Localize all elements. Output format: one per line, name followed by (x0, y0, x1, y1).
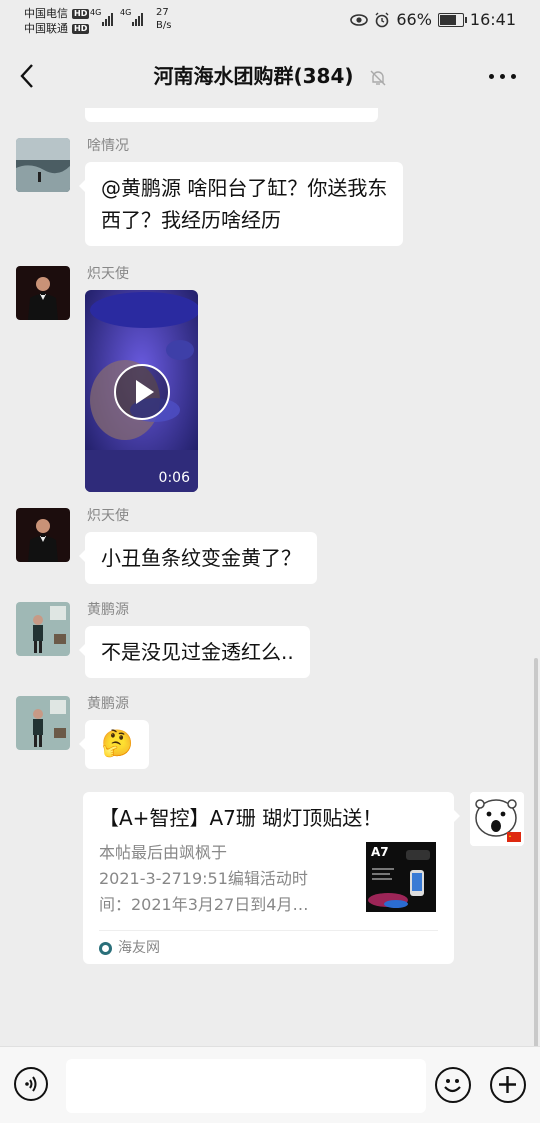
network-type: 4G (120, 8, 132, 17)
scrollbar[interactable] (534, 658, 538, 1046)
clock: 16:41 (469, 10, 516, 29)
card-thumbnail: A7 (366, 842, 436, 912)
message-text: 不是没见过金透红么.. (101, 640, 294, 664)
sender-name: 黄鹏源 (87, 696, 129, 712)
card-desc-line: 2021-3-2719:51编辑活动时 (99, 869, 308, 888)
carrier-1: 中国电信 (24, 7, 68, 20)
source-name: 海友网 (118, 940, 160, 956)
eye-icon (350, 13, 369, 26)
message-bubble[interactable]: @黄鹏源 啥阳台了缸？你送我东 西了？我经历啥经历 (78, 162, 404, 246)
carrier-info: 中国电信 HD 中国联通 HD (24, 6, 90, 36)
plus-icon[interactable] (490, 1067, 526, 1103)
thinking-emoji: 🤔 (101, 729, 134, 759)
speed-value: 27 (156, 7, 169, 18)
title-bar: 河南海水团购群(384) (0, 44, 540, 108)
input-bar (0, 1046, 540, 1123)
group-name: 河南海水团购群(384) (153, 64, 354, 88)
link-card[interactable]: 【A+智控】A7珊 瑚灯顶贴送！ 本帖最后由飒枫于 2021-3-2719:51… (83, 792, 460, 964)
sender-name: 黄鹏源 (87, 602, 129, 618)
thumb-label: A7 (371, 845, 389, 859)
emoji-icon[interactable] (435, 1067, 471, 1103)
card-desc-line: 本帖最后由飒枫于 (99, 843, 228, 862)
more-icon[interactable] (489, 74, 516, 79)
message-bubble[interactable]: 不是没见过金透红么.. (79, 626, 310, 678)
play-icon[interactable] (114, 364, 170, 420)
previous-message-bubble (85, 108, 378, 122)
avatar[interactable] (16, 696, 70, 750)
mute-bell-icon (370, 70, 385, 85)
message-text: 小丑鱼条纹变金黄了？ (101, 546, 301, 570)
card-description: 本帖最后由飒枫于 2021-3-2719:51编辑活动时 间：2021年3月27… (99, 840, 339, 918)
network-type: 4G (90, 8, 102, 17)
source-logo-icon (99, 941, 112, 955)
battery-icon (437, 12, 467, 27)
message-bubble[interactable]: 小丑鱼条纹变金黄了？ (79, 532, 317, 584)
signal-icon: 4G (90, 8, 113, 26)
self-avatar[interactable] (470, 792, 524, 846)
status-bar: 中国电信 HD 中国联通 HD 4G 4G 27 B/s 66% 16:41 (0, 0, 540, 44)
card-title: 【A+智控】A7珊 瑚灯顶贴送！ (99, 806, 383, 830)
message-line: @黄鹏源 啥阳台了缸？你送我东 (101, 176, 388, 200)
avatar[interactable] (16, 266, 70, 320)
battery-percent: 66% (396, 10, 432, 29)
sender-name: 炽天使 (87, 508, 129, 524)
message-bubble[interactable]: 🤔 (78, 720, 150, 769)
alarm-icon (375, 12, 389, 27)
divider (99, 930, 438, 931)
sender-name: 炽天使 (87, 266, 129, 282)
voice-icon[interactable] (14, 1067, 48, 1101)
hd-badge: HD (72, 8, 90, 19)
hd-badge: HD (72, 23, 90, 34)
network-speed: 27 B/s (156, 6, 171, 32)
carrier-2: 中国联通 (24, 22, 68, 35)
chat-area[interactable]: 啥情况 @黄鹏源 啥阳台了缸？你送我东 西了？我经历啥经历 炽天使 0:06 炽… (0, 108, 540, 1046)
avatar[interactable] (16, 602, 70, 656)
signal-icon: 4G (120, 8, 143, 26)
avatar[interactable] (16, 508, 70, 562)
message-input[interactable] (66, 1059, 426, 1113)
card-desc-line: 间：2021年3月27日到4月… (99, 895, 309, 914)
message-line: 西了？我经历啥经历 (101, 208, 281, 232)
sender-name: 啥情况 (87, 138, 129, 154)
avatar[interactable] (16, 138, 70, 192)
speed-unit: B/s (156, 20, 172, 31)
video-message[interactable]: 0:06 (85, 290, 198, 492)
video-duration: 0:06 (158, 470, 190, 486)
page-title: 河南海水团购群(384) (0, 62, 540, 90)
card-source: 海友网 (99, 938, 160, 958)
